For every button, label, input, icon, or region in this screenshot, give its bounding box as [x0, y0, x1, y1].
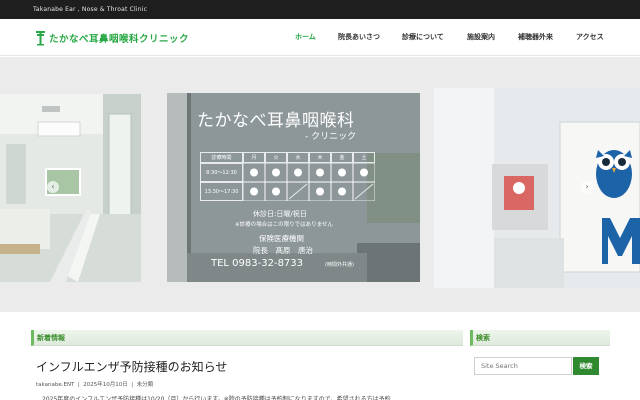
post-date: 2025年10月10日: [83, 382, 128, 388]
slide-clinic-sign: たかなべ耳鼻咽喉科 - クリニック 診療時間 月 火 水 木 金 土 8:30〜…: [167, 93, 420, 282]
main-nav: ホーム 院長あいさつ 診療について 施設案内 補聴器外来 アクセス: [0, 19, 640, 56]
chevron-left-icon[interactable]: ‹: [47, 181, 59, 193]
topbar: Takanabe Ear , Nose & Throat Clinic: [0, 0, 640, 19]
nav-item-treatment[interactable]: 診療について: [402, 32, 444, 42]
sign-subtitle: - クリニック: [305, 132, 357, 142]
slide-owl-sign: [434, 88, 640, 288]
hours-header-day: 火: [265, 152, 287, 163]
hours-header-day: 土: [353, 152, 375, 163]
hours-header-day: 木: [309, 152, 331, 163]
sign-insurance: 保険医療機関: [259, 234, 304, 243]
post-meta: takanabe.ENT | 2025年10月10日 | 未分類: [36, 380, 153, 388]
hours-table: 診療時間 月 火 水 木 金 土 8:30〜12:30 13:30〜17:30: [200, 152, 376, 206]
sign-tel: TEL 0983-32-8733: [211, 258, 304, 269]
post-author[interactable]: takanabe.ENT: [36, 382, 74, 388]
hours-header-day: 金: [331, 152, 353, 163]
post-title[interactable]: インフルエンザ予防接種のお知らせ: [36, 358, 227, 375]
news-heading-bar: 新着情報: [31, 330, 463, 346]
nav-item-hearing-aid[interactable]: 補聴器外来: [518, 32, 553, 42]
nav-item-home[interactable]: ホーム: [295, 32, 316, 42]
sign-title: たかなべ耳鼻咽喉科: [197, 111, 355, 131]
sign-tel-note: (時間外共通): [325, 262, 354, 268]
meta-separator: |: [76, 382, 82, 388]
nav-item-facility[interactable]: 施設案内: [467, 32, 495, 42]
chevron-right-icon[interactable]: ›: [581, 181, 593, 193]
search-button[interactable]: 検索: [573, 357, 599, 375]
hours-header-day: 水: [287, 152, 309, 163]
nav-item-access[interactable]: アクセス: [576, 32, 604, 42]
news-heading: 新着情報: [37, 334, 65, 342]
post-category[interactable]: 未分類: [137, 382, 154, 388]
site-header: たかなべ耳鼻咽喉科クリニック ホーム 院長あいさつ 診療について 施設案内 補聴…: [0, 19, 640, 56]
sign-holiday-note: ※診療の場合はこの限りではありません: [235, 222, 333, 228]
search-heading-bar: 検索: [470, 330, 610, 346]
image-slider[interactable]: ‹ たかなべ耳鼻咽喉科 - クリニック 診療時間 月 火 水 木 金 土 8:3…: [0, 57, 640, 312]
post-excerpt: 2025年度のインフルエンザ予防接種は10/20（月）から行います。※院の予防接…: [42, 396, 391, 400]
meta-separator: |: [129, 382, 135, 388]
hours-header-day: 月: [243, 152, 265, 163]
site-search-input[interactable]: [474, 357, 572, 375]
nav-item-greeting[interactable]: 院長あいさつ: [338, 32, 380, 42]
waiting-room-image: [0, 94, 141, 282]
hours-afternoon-label: 13:30〜17:30: [200, 182, 243, 201]
search-heading: 検索: [476, 334, 490, 342]
topbar-text: Takanabe Ear , Nose & Throat Clinic: [33, 6, 148, 13]
hours-morning-label: 8:30〜12:30: [200, 163, 243, 182]
hours-header-label: 診療時間: [200, 152, 243, 163]
sign-director: 院長 髙原 唐治: [253, 246, 313, 255]
slide-waiting-room: [0, 94, 141, 282]
hours-grid: [243, 163, 375, 201]
sign-holiday: 休診日:日曜/祝日: [253, 210, 307, 218]
owl-sign-image: [434, 88, 640, 288]
